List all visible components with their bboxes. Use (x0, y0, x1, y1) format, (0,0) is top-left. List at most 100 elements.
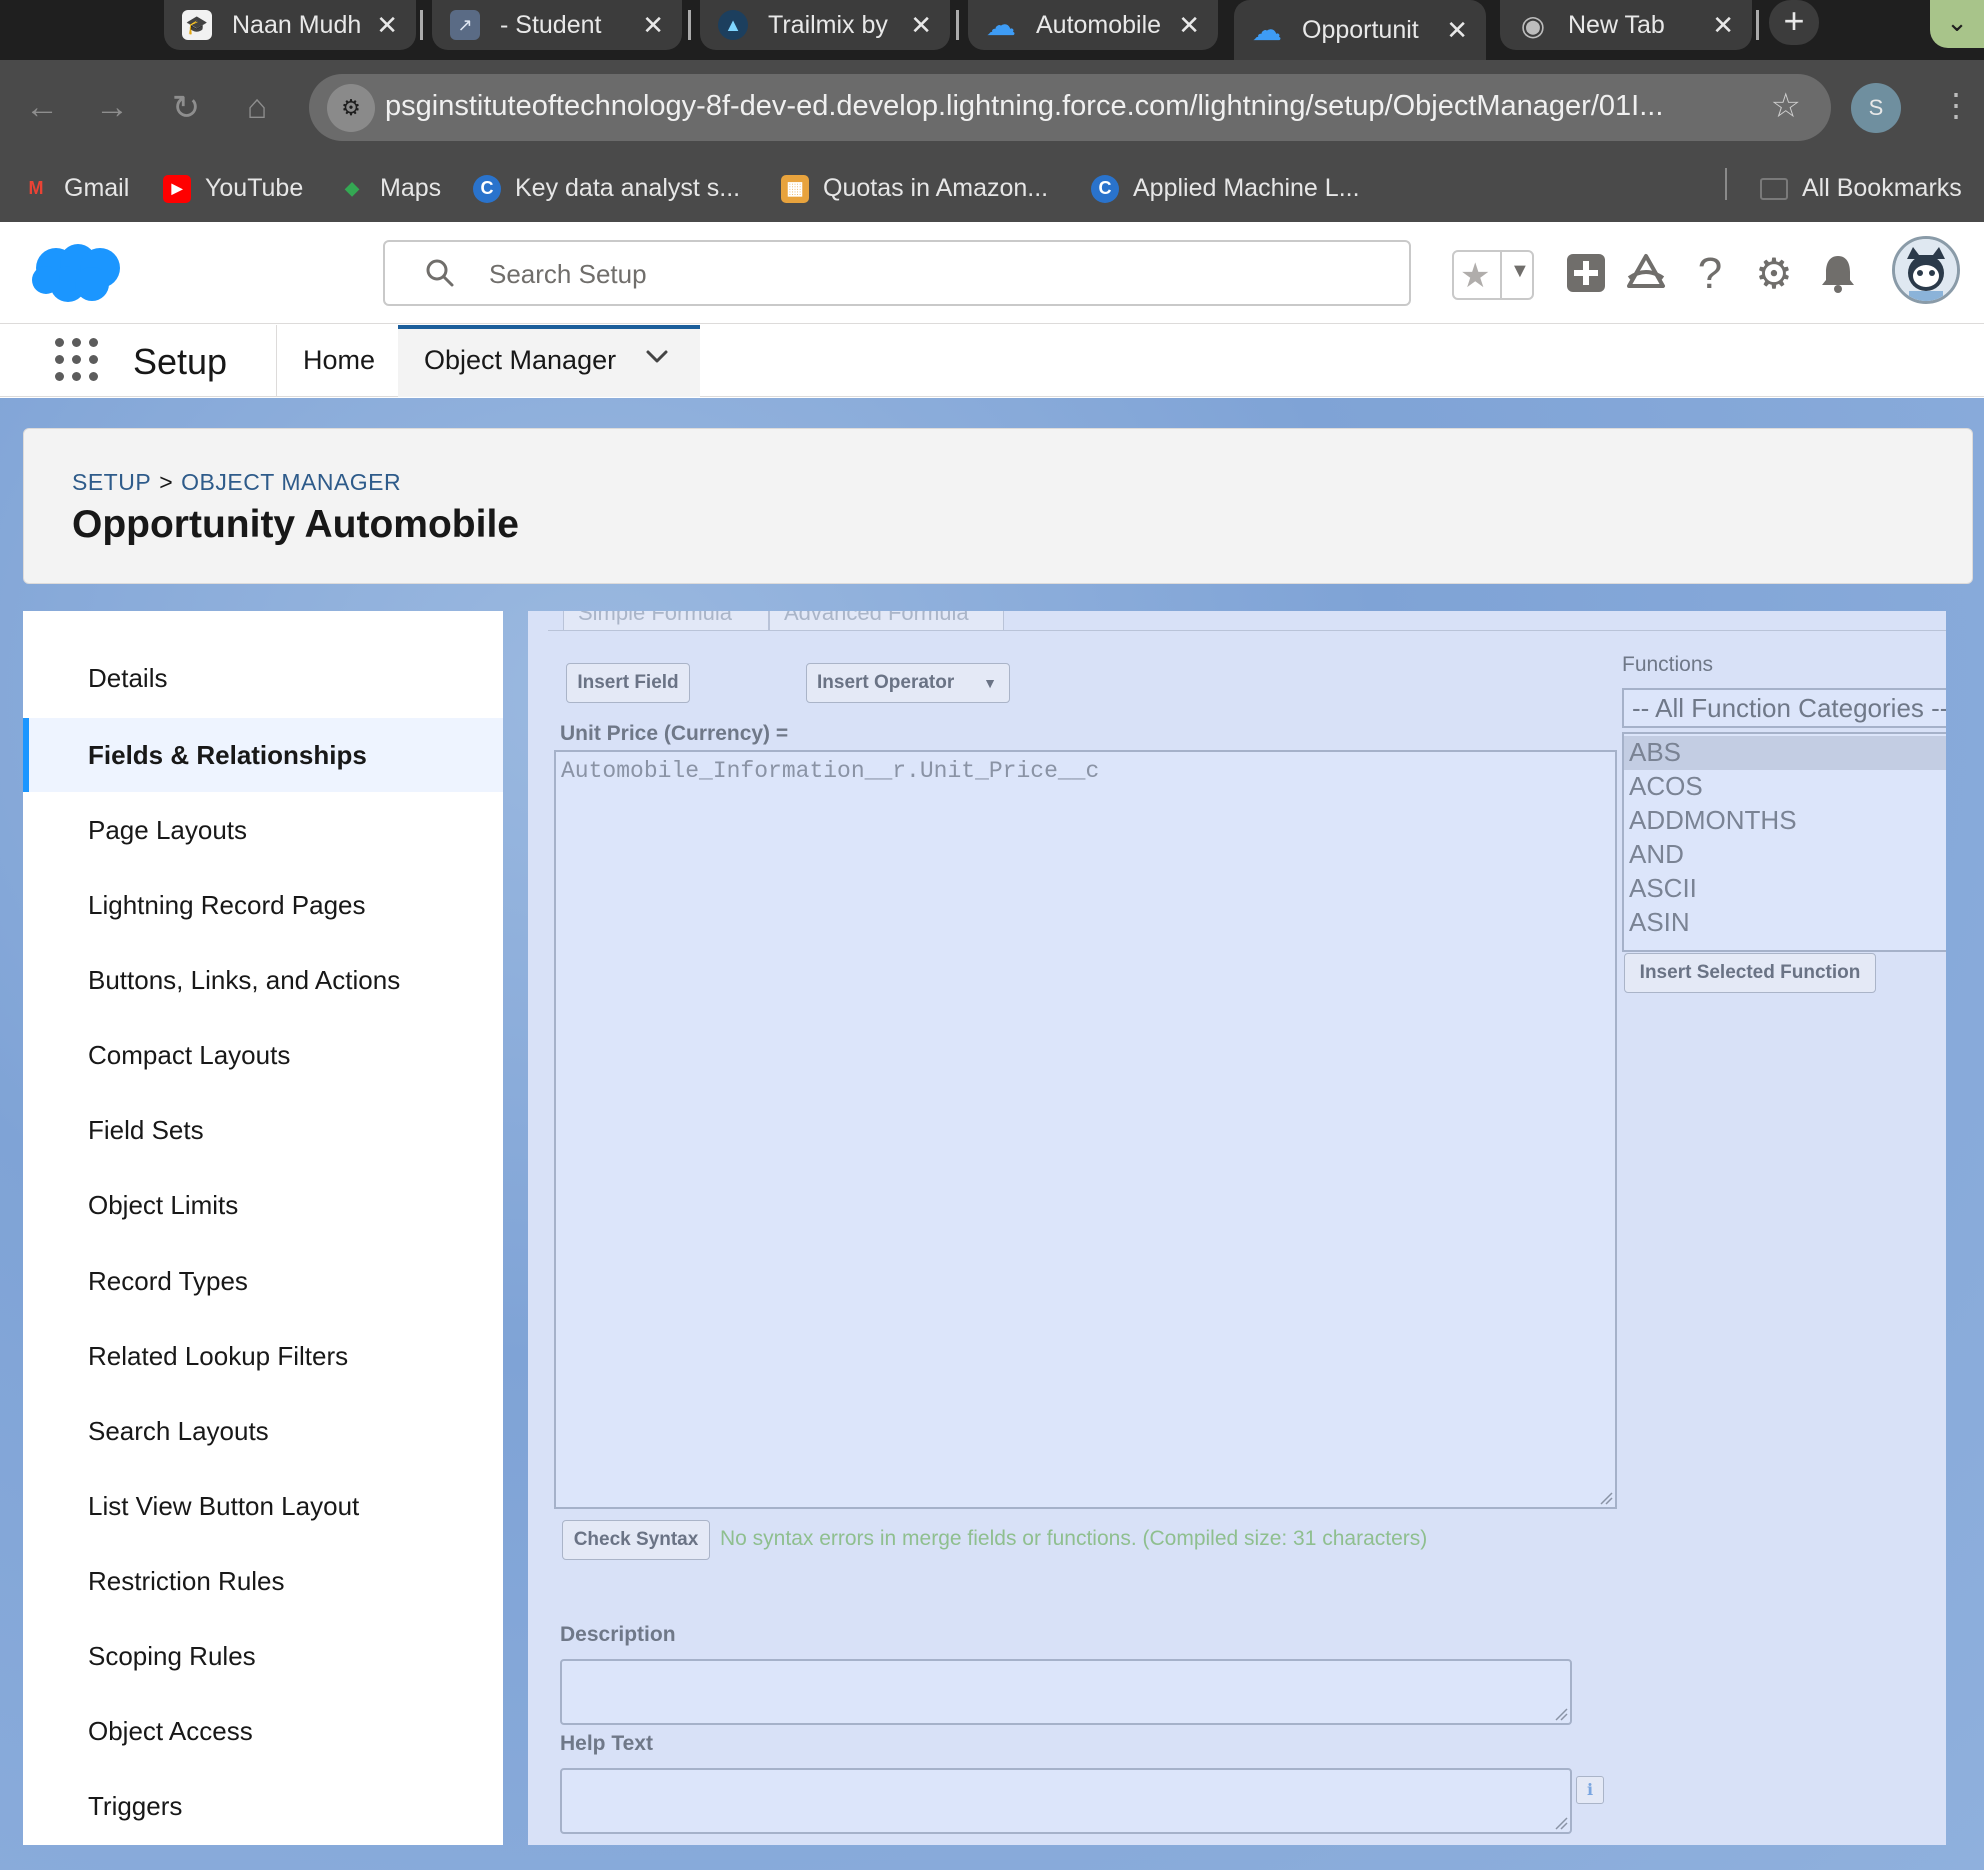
sidebar-item-triggers[interactable]: Triggers (23, 1769, 503, 1843)
sidebar-item-object-access[interactable]: Object Access (23, 1694, 503, 1768)
tab-home[interactable]: Home (303, 345, 375, 376)
bookmark-maps[interactable]: ◆ Maps (338, 174, 441, 203)
insert-field-button[interactable]: Insert Field (566, 663, 690, 703)
bookmark-label: Quotas in Amazon... (823, 174, 1049, 202)
sidebar-item-list-view-button-layout[interactable]: List View Button Layout (23, 1469, 503, 1543)
sidebar-item-compact-layouts[interactable]: Compact Layouts (23, 1018, 503, 1092)
chevron-down-icon[interactable]: ▼ (1510, 260, 1530, 283)
function-option[interactable]: AND (1624, 838, 1946, 872)
salesforce-logo[interactable] (28, 240, 124, 311)
bookmark-star-icon[interactable]: ☆ (1771, 86, 1801, 126)
close-icon[interactable]: ✕ (1712, 10, 1734, 41)
breadcrumb-object-manager[interactable]: OBJECT MANAGER (181, 469, 401, 495)
sidebar-item-fields-relationships[interactable]: Fields & Relationships (23, 718, 503, 792)
description-textarea[interactable] (560, 1659, 1572, 1725)
sidebar-item-lightning-record-pages[interactable]: Lightning Record Pages (23, 868, 503, 942)
sidebar-item-restriction-rules[interactable]: Restriction Rules (23, 1544, 503, 1618)
sidebar-item-field-sets[interactable]: Field Sets (23, 1093, 503, 1167)
back-icon[interactable]: ← (20, 88, 64, 127)
formula-value[interactable]: Automobile_Information__r.Unit_Price__c (561, 758, 1099, 784)
close-icon[interactable]: ✕ (1178, 10, 1200, 41)
browser-tab[interactable]: ↗ - Student ✕ (432, 0, 682, 50)
bookmark-gmail[interactable]: M Gmail (22, 174, 130, 203)
search-setup-input[interactable]: Search Setup (383, 240, 1411, 306)
notifications-bell-icon[interactable] (1814, 252, 1862, 304)
new-tab-button[interactable]: + (1769, 0, 1819, 45)
sidebar-item-related-lookup-filters[interactable]: Related Lookup Filters (23, 1319, 503, 1393)
chevron-down-icon[interactable] (644, 343, 670, 376)
breadcrumb-setup[interactable]: SETUP (72, 469, 151, 495)
browser-menu-icon[interactable]: ⋮ (1940, 86, 1972, 124)
sidebar-item-scoping-rules[interactable]: Scoping Rules (23, 1619, 503, 1693)
address-bar[interactable]: ⚙ psginstituteoftechnology-8f-dev-ed.dev… (309, 74, 1831, 141)
chevron-down-icon: ▼ (983, 675, 997, 691)
resize-handle-icon[interactable] (1554, 1707, 1568, 1721)
tab-advanced-formula[interactable]: Advanced Formula (769, 611, 1004, 631)
sidebar-item-record-types[interactable]: Record Types (23, 1244, 503, 1318)
close-icon[interactable]: ✕ (376, 10, 398, 41)
setup-gear-icon[interactable]: ⚙ (1750, 252, 1798, 296)
close-icon[interactable]: ✕ (1446, 15, 1468, 46)
close-icon[interactable]: ✕ (642, 10, 664, 41)
formula-textarea[interactable]: Automobile_Information__r.Unit_Price__c (554, 750, 1617, 1509)
forward-icon[interactable]: → (90, 88, 134, 127)
sidebar-item-object-limits[interactable]: Object Limits (23, 1168, 503, 1242)
app-launcher-icon[interactable] (55, 338, 99, 382)
maps-icon: ◆ (345, 178, 359, 198)
chrome-icon: ◉ (1520, 9, 1546, 41)
tab-label: New Tab (1568, 10, 1665, 39)
object-sidebar: Details Fields & Relationships Page Layo… (23, 611, 503, 1845)
function-category-select[interactable]: -- All Function Categories -- (1622, 688, 1946, 728)
url-text[interactable]: psginstituteoftechnology-8f-dev-ed.devel… (385, 90, 1663, 123)
browser-tab[interactable]: ▲ Trailmix by ✕ (700, 0, 950, 50)
tabs-underline (548, 630, 1946, 631)
insert-operator-button[interactable]: Insert Operator ▼ (806, 663, 1010, 703)
profile-avatar[interactable]: S (1851, 83, 1901, 133)
sidebar-item-buttons-links-actions[interactable]: Buttons, Links, and Actions (23, 943, 503, 1017)
description-label: Description (560, 1623, 676, 1646)
function-option[interactable]: ASIN (1624, 906, 1946, 940)
favorites-star-icon[interactable]: ★ (1460, 256, 1490, 296)
help-icon[interactable]: ? (1686, 252, 1734, 296)
function-option[interactable]: ASCII (1624, 872, 1946, 906)
search-placeholder: Search Setup (489, 259, 647, 289)
divider (276, 325, 277, 397)
sidebar-item-page-layouts[interactable]: Page Layouts (23, 793, 503, 867)
check-syntax-button[interactable]: Check Syntax (562, 1520, 710, 1560)
tab-simple-formula[interactable]: Simple Formula (563, 611, 769, 631)
page-header: SETUP > OBJECT MANAGER Opportunity Automob… (23, 428, 1973, 584)
external-link-icon: ↗ (450, 10, 480, 40)
bookmark-quotas-amazon[interactable]: ▦ Quotas in Amazon... (781, 174, 1048, 203)
tab-object-manager[interactable]: Object Manager (398, 325, 700, 397)
reload-icon[interactable]: ↻ (164, 88, 208, 128)
function-listbox[interactable]: ABS ACOS ADDMONTHS AND ASCII ASIN (1622, 732, 1946, 952)
coursera-icon: C (473, 174, 501, 203)
resize-handle-icon[interactable] (1599, 1491, 1613, 1505)
favorites-button-group[interactable]: ★ ▼ (1452, 250, 1534, 300)
browser-tab-active[interactable]: ☁ Opportunit ✕ (1234, 0, 1486, 60)
site-info-icon[interactable]: ⚙ (327, 84, 375, 132)
sidebar-item-details[interactable]: Details (23, 641, 503, 715)
browser-tab[interactable]: 🎓 Naan Mudh ✕ (164, 0, 416, 50)
all-bookmarks[interactable]: All Bookmarks (1760, 174, 1962, 203)
trailhead-guidance-icon[interactable] (1622, 252, 1670, 304)
add-icon[interactable] (1562, 252, 1610, 304)
sidebar-item-search-layouts[interactable]: Search Layouts (23, 1394, 503, 1468)
tab-search-icon[interactable]: ⌄ (1930, 0, 1984, 48)
browser-tab[interactable]: ◉ New Tab ✕ (1500, 0, 1752, 50)
home-icon[interactable]: ⌂ (235, 88, 279, 127)
browser-tab[interactable]: ☁ Automobile ✕ (968, 0, 1218, 50)
help-text-textarea[interactable] (560, 1768, 1572, 1834)
close-icon[interactable]: ✕ (910, 10, 932, 41)
insert-selected-function-button[interactable]: Insert Selected Function (1624, 953, 1876, 993)
function-option[interactable]: ABS (1624, 736, 1946, 770)
resize-handle-icon[interactable] (1554, 1816, 1568, 1830)
breadcrumb: SETUP > OBJECT MANAGER (72, 469, 401, 496)
bookmark-youtube[interactable]: ▶ YouTube (163, 174, 303, 203)
bookmark-key-data-analyst[interactable]: C Key data analyst s... (473, 174, 740, 203)
function-option[interactable]: ADDMONTHS (1624, 804, 1946, 838)
info-icon[interactable]: i (1576, 1776, 1604, 1804)
function-option[interactable]: ACOS (1624, 770, 1946, 804)
user-avatar[interactable] (1892, 236, 1960, 304)
bookmark-applied-ml[interactable]: C Applied Machine L... (1091, 174, 1360, 203)
